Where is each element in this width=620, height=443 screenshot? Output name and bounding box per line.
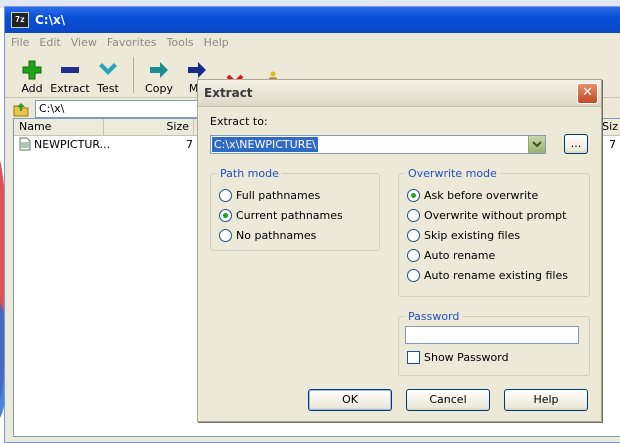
test-button[interactable]: Test [89,60,127,97]
show-password-checkbox[interactable]: Show Password [407,351,509,364]
radio-icon [407,249,420,262]
overwrite-mode-group: Overwrite mode Ask before overwrite Over… [398,167,590,297]
radio-selected-icon [407,189,420,202]
radio-icon [407,269,420,282]
menu-view[interactable]: View [71,36,97,49]
copy-button[interactable]: Copy [140,60,178,97]
folder-up-icon[interactable] [13,101,29,117]
password-legend: Password [405,310,463,323]
password-group: Password Show Password [398,310,590,376]
window-title: C:\x\ [35,13,66,27]
cancel-button[interactable]: Cancel [406,389,490,411]
test-label: Test [97,82,119,95]
column-size[interactable]: Size [104,119,194,135]
radio-icon [407,229,420,242]
menu-help[interactable]: Help [204,36,229,49]
radio-current-pathnames[interactable]: Current pathnames [219,209,343,222]
chevron-down-icon [532,141,542,148]
overwrite-mode-legend: Overwrite mode [405,167,500,180]
minus-icon [61,67,79,73]
radio-full-pathnames[interactable]: Full pathnames [219,189,320,202]
radio-skip-existing-files[interactable]: Skip existing files [407,229,520,242]
radio-ask-before-overwrite[interactable]: Ask before overwrite [407,189,538,202]
radio-icon [407,209,420,222]
file-icon [19,137,31,151]
menu-file[interactable]: File [11,36,29,49]
menu-bar: File Edit View Favorites Tools Help [5,33,620,51]
help-button[interactable]: Help [504,389,588,411]
extract-to-combobox[interactable]: C:\x\NEWPICTURE\ [210,135,546,154]
dialog-titlebar[interactable]: Extract ✕ [198,80,601,107]
radio-auto-rename[interactable]: Auto rename [407,249,495,262]
toolbar-separator [133,57,134,93]
radio-no-pathnames[interactable]: No pathnames [219,229,316,242]
copy-label: Copy [145,82,173,95]
browse-button[interactable]: ... [564,134,588,154]
checkbox-icon [407,351,420,364]
window-titlebar[interactable]: 7z C:\x\ [5,7,620,33]
seven-zip-icon: 7z [11,12,29,28]
extract-dialog: Extract ✕ Extract to: C:\x\NEWPICTURE\ .… [197,79,602,422]
extract-to-value: C:\x\NEWPICTURE\ [212,137,318,152]
address-input[interactable]: C:\x\ [35,100,210,118]
arrow-right-icon [150,62,168,78]
menu-tools[interactable]: Tools [167,36,194,49]
chevron-down-icon [99,63,117,75]
radio-auto-rename-existing[interactable]: Auto rename existing files [407,269,568,282]
extract-to-label: Extract to: [210,115,268,128]
password-input[interactable] [405,326,579,344]
radio-icon [219,189,232,202]
path-mode-legend: Path mode [217,167,282,180]
menu-favorites[interactable]: Favorites [107,36,157,49]
plus-icon [22,60,42,80]
extract-button[interactable]: Extract [50,60,90,97]
menu-edit[interactable]: Edit [39,36,60,49]
add-button[interactable]: Add [13,60,51,97]
radio-overwrite-without-prompt[interactable]: Overwrite without prompt [407,209,566,222]
dropdown-button[interactable] [528,136,545,153]
file-size: 7 B [185,137,204,151]
close-button[interactable]: ✕ [577,82,598,104]
close-icon: ✕ [582,84,593,100]
dialog-title: Extract [204,86,253,100]
ok-button[interactable]: OK [308,389,392,411]
path-mode-group: Path mode Full pathnames Current pathnam… [210,167,380,251]
radio-selected-icon [219,209,232,222]
show-password-label: Show Password [424,351,509,364]
arrow-right-icon [188,62,206,78]
radio-icon [219,229,232,242]
column-name[interactable]: Name [14,119,104,135]
file-name: NEWPICTUR... [34,137,111,151]
extract-label: Extract [50,82,90,95]
add-label: Add [21,82,43,95]
